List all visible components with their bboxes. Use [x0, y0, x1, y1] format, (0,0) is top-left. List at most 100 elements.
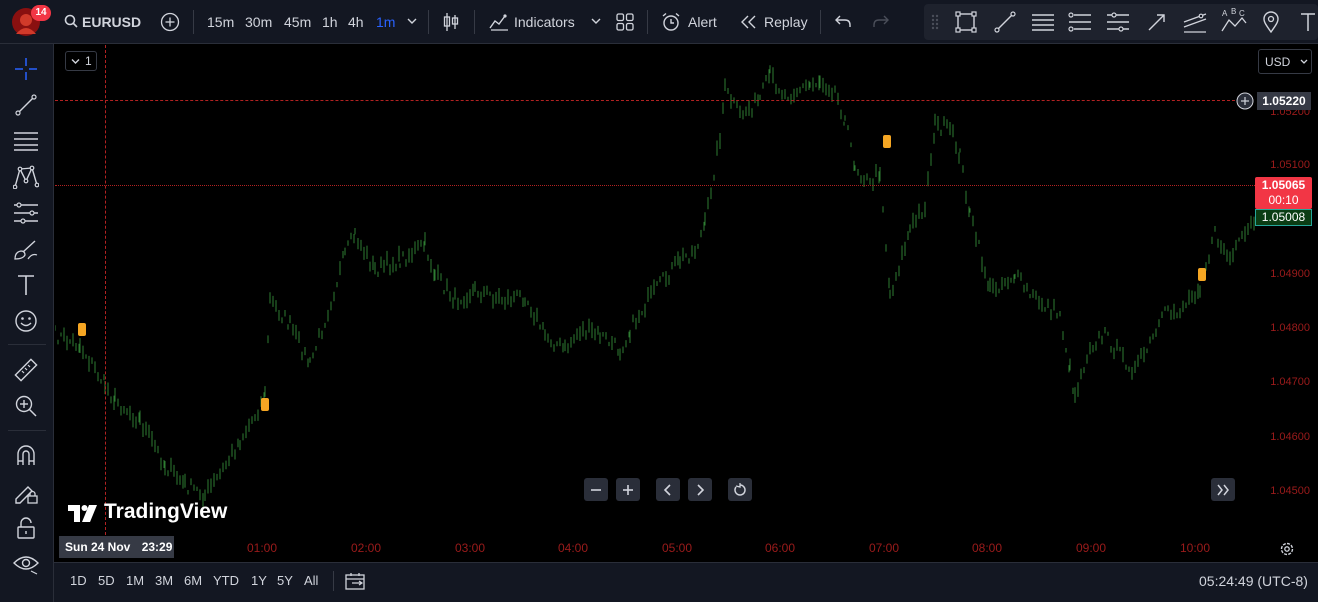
price-label: 1.04900 — [1270, 268, 1310, 280]
crosshair-vertical-line — [105, 45, 106, 535]
indicators-button[interactable]: Indicators — [514, 11, 575, 33]
scroll-left-button[interactable] — [656, 478, 680, 501]
range-1y[interactable]: 1Y — [251, 573, 267, 588]
reset-chart-button[interactable] — [728, 478, 752, 501]
chevron-down-icon[interactable] — [407, 17, 417, 25]
chevron-down-icon[interactable] — [591, 17, 601, 25]
fib-tools-icon[interactable] — [11, 126, 41, 156]
range-1d[interactable]: 1D — [70, 573, 87, 588]
undo-icon[interactable] — [834, 14, 852, 30]
price-label: 1.04800 — [1270, 322, 1310, 334]
trend-line-icon[interactable] — [11, 90, 41, 120]
zoom-in-button[interactable] — [616, 478, 640, 501]
timeframe-15m[interactable]: 15m — [207, 11, 234, 33]
zoom-in-icon[interactable] — [11, 391, 41, 421]
time-label: 04:00 — [558, 541, 589, 555]
scroll-right-button[interactable] — [688, 478, 712, 501]
lock-icon[interactable] — [11, 513, 41, 543]
brush-icon[interactable] — [11, 234, 41, 264]
svg-text:A: A — [1222, 9, 1228, 18]
timeframe-30m[interactable]: 30m — [245, 11, 272, 33]
indicators-icon[interactable] — [489, 13, 509, 31]
range-6m[interactable]: 6M — [184, 573, 202, 588]
separator — [820, 10, 821, 34]
time-label: 10:00 — [1180, 541, 1211, 555]
svg-text:B: B — [1231, 7, 1236, 16]
interval-toggle[interactable]: 1 — [65, 51, 97, 71]
regression-trend-tool-icon[interactable] — [1183, 11, 1207, 33]
fib-retracement-tool-icon[interactable] — [1068, 12, 1092, 32]
zoom-out-button[interactable] — [584, 478, 608, 501]
drawing-toolbar — [0, 44, 54, 602]
alert-button[interactable]: Alert — [688, 11, 717, 33]
search-icon[interactable] — [64, 14, 78, 28]
crosshair-icon[interactable] — [11, 54, 41, 84]
double-chevron-right-icon — [1217, 484, 1229, 495]
range-5d[interactable]: 5D — [98, 573, 115, 588]
text-icon[interactable] — [11, 270, 41, 300]
patterns-icon[interactable] — [11, 162, 41, 192]
timeframe-45m[interactable]: 45m — [284, 11, 311, 33]
crosshair-time-label: Sun 24 Nov 23:29 — [59, 536, 174, 558]
eye-icon[interactable] — [11, 549, 41, 579]
time-label: 06:00 — [765, 541, 796, 555]
layout-grid-icon[interactable] — [616, 13, 634, 31]
time-label: 07:00 — [869, 541, 900, 555]
text-tool-icon[interactable] — [1300, 12, 1316, 32]
magnet-icon[interactable] — [11, 441, 41, 471]
timezone-clock[interactable]: 05:24:49 (UTC-8) — [1199, 573, 1308, 589]
last-price-badge: 1.05065 00:10 — [1255, 177, 1312, 209]
range-all[interactable]: All — [304, 573, 318, 588]
emoji-icon[interactable] — [11, 306, 41, 336]
settings-gear-icon[interactable] — [1279, 541, 1295, 557]
range-1m[interactable]: 1M — [126, 573, 144, 588]
range-3m[interactable]: 3M — [155, 573, 173, 588]
trade-marker-icon[interactable] — [78, 323, 86, 336]
timeframe-4h[interactable]: 4h — [348, 11, 364, 33]
bottom-toolbar — [54, 562, 1318, 602]
forecasting-tools-icon[interactable] — [11, 198, 41, 228]
ruler-icon[interactable] — [11, 355, 41, 385]
trade-marker-icon[interactable] — [1198, 268, 1206, 281]
arrow-tool-icon[interactable] — [1146, 11, 1168, 33]
date-range-icon[interactable] — [345, 572, 367, 590]
range-5y[interactable]: 5Y — [277, 573, 293, 588]
location-pin-icon[interactable] — [1262, 11, 1280, 33]
time-label: 08:00 — [972, 541, 1003, 555]
notification-badge: 14 — [31, 5, 51, 21]
bar-countdown: 00:10 — [1268, 193, 1299, 207]
last-price-value: 1.05065 — [1261, 178, 1306, 192]
rectangle-tool-icon[interactable] — [955, 11, 977, 33]
redo-icon[interactable] — [872, 14, 890, 30]
top-toolbar: 14 EURUSD 15m 30m 45m 1h 4h 1m Indicator… — [0, 0, 1318, 44]
lock-drawing-icon[interactable] — [11, 477, 41, 507]
horizontal-lines-tool-icon[interactable] — [1031, 12, 1055, 32]
chart-area[interactable] — [55, 45, 1318, 562]
timeframe-1h[interactable]: 1h — [322, 11, 338, 33]
replay-icon[interactable] — [740, 15, 758, 29]
crosshair-date: Sun 24 Nov — [65, 540, 131, 554]
symbol-name[interactable]: EURUSD — [82, 11, 141, 33]
candlestick-icon[interactable] — [442, 12, 460, 32]
price-label: 1.04500 — [1270, 485, 1310, 497]
range-ytd[interactable]: YTD — [213, 573, 239, 588]
parallel-channel-tool-icon[interactable] — [1106, 12, 1130, 32]
alarm-clock-icon[interactable] — [661, 12, 681, 32]
drag-handle-icon[interactable] — [931, 14, 939, 30]
separator — [428, 10, 429, 34]
price-label: 1.04700 — [1270, 376, 1310, 388]
last-price-line — [55, 185, 1255, 186]
price-chart[interactable] — [55, 45, 1255, 562]
time-label: 05:00 — [662, 541, 693, 555]
trade-marker-icon[interactable] — [261, 398, 269, 411]
trade-marker-icon[interactable] — [883, 135, 891, 148]
abc-pattern-tool-icon[interactable]: ABC — [1221, 7, 1247, 33]
scroll-to-realtime-button[interactable] — [1211, 478, 1235, 501]
price-scale[interactable]: 1.05200 1.05100 1.04900 1.04800 1.04700 … — [1235, 45, 1318, 535]
add-plus-circle-icon[interactable] — [1236, 92, 1254, 110]
replay-button[interactable]: Replay — [764, 11, 808, 33]
add-symbol-icon[interactable] — [160, 12, 180, 32]
timeframe-1m[interactable]: 1m — [376, 11, 395, 33]
separator — [8, 344, 46, 345]
trend-line-tool-icon[interactable] — [994, 11, 1016, 33]
